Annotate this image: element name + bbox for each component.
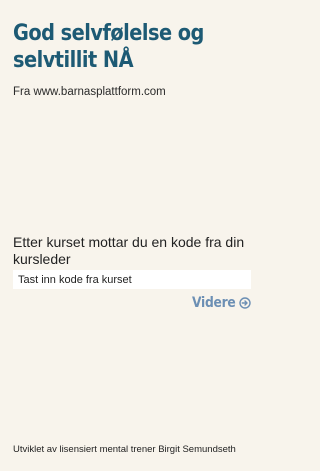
instruction-text: Etter kurset mottar du en kode fra din k… (13, 234, 245, 267)
footer-credit: Utviklet av lisensiert mental trener Bir… (13, 444, 236, 455)
page-title: God selvfølelse og selvtillit NÅ (13, 21, 204, 73)
next-button[interactable]: Videre (186, 293, 251, 313)
arrow-right-circle-icon (239, 297, 251, 309)
source-text: Fra www.barnasplattform.com (13, 86, 166, 98)
next-button-label: Videre (192, 295, 236, 311)
course-code-input[interactable] (13, 270, 251, 289)
